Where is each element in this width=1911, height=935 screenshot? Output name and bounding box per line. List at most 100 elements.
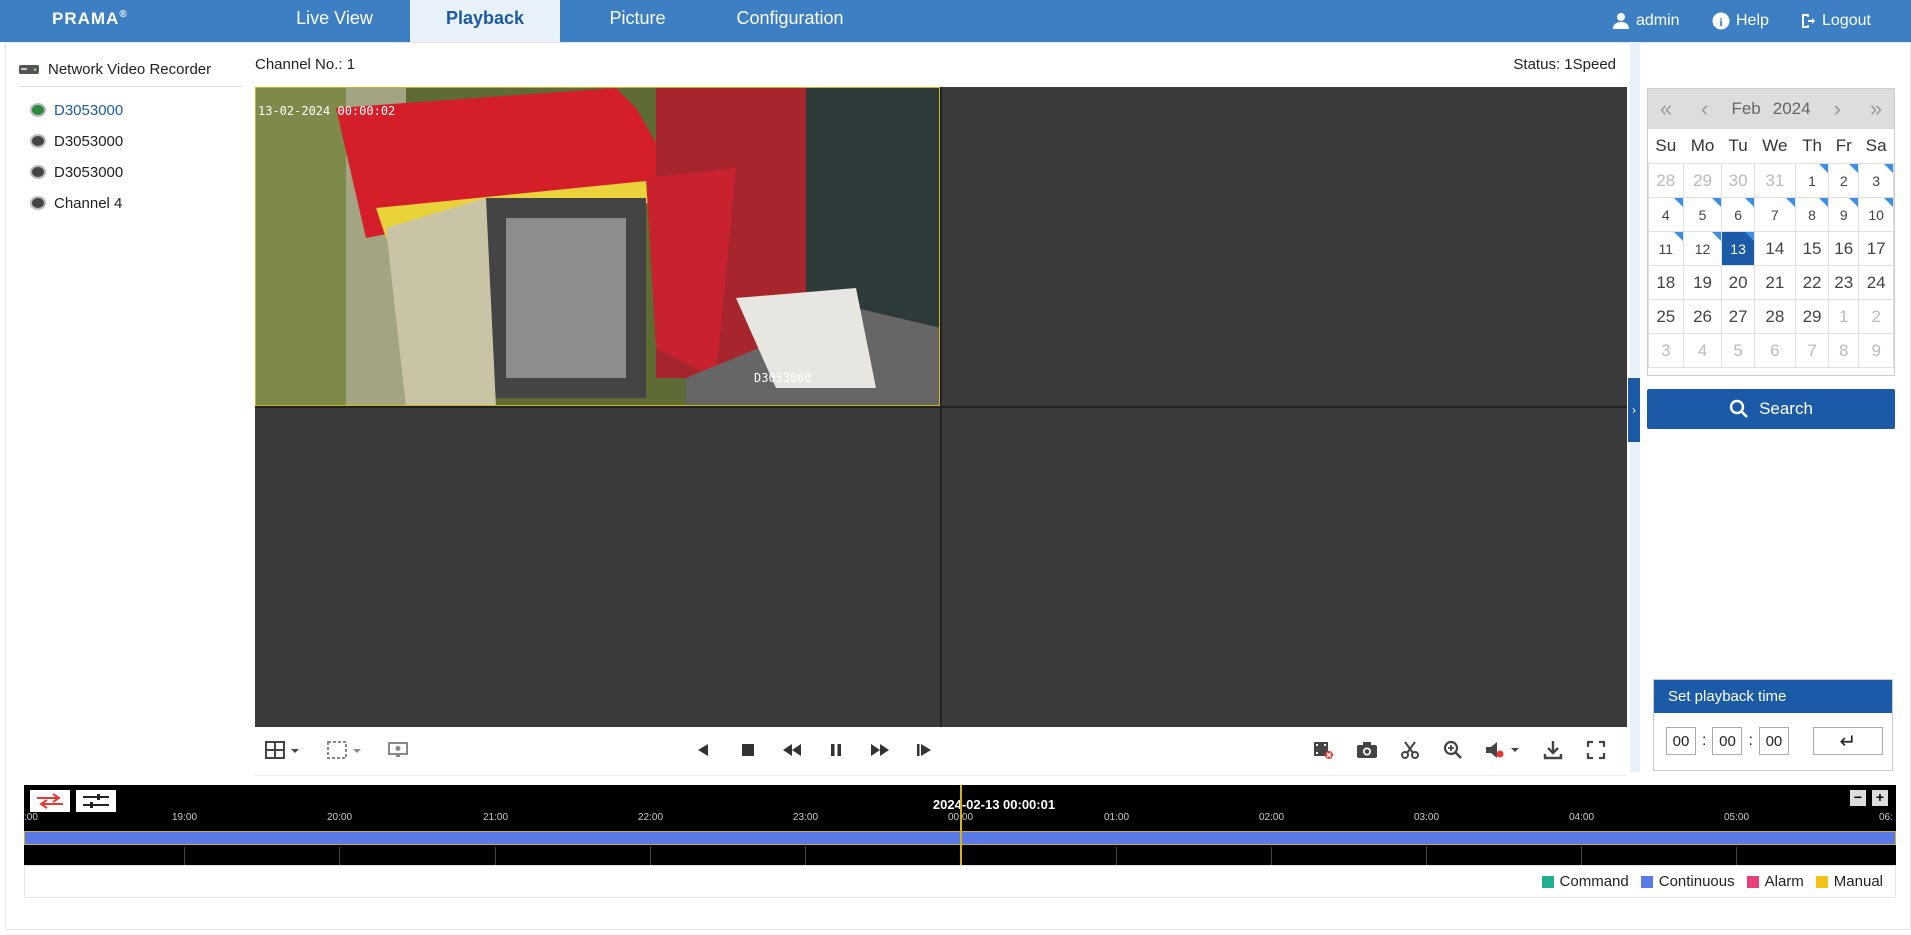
slow-down-button[interactable] bbox=[779, 737, 805, 763]
calendar-day[interactable]: 29 bbox=[1682, 163, 1723, 198]
prev-month-icon[interactable]: ‹ bbox=[1693, 96, 1717, 122]
plus-icon: + bbox=[1875, 789, 1885, 805]
calendar-day[interactable]: 3 bbox=[1648, 333, 1684, 368]
search-button[interactable]: Search bbox=[1647, 389, 1895, 429]
clip-button[interactable] bbox=[1397, 737, 1423, 763]
pause-button[interactable] bbox=[823, 737, 849, 763]
calendar-day[interactable]: 26 bbox=[1682, 299, 1723, 334]
top-navigation-bar: PRAMA® Live View Playback Picture Config… bbox=[0, 0, 1911, 42]
window-select-button[interactable] bbox=[325, 737, 365, 763]
video-pane-1[interactable]: 13-02-2024 00:00:02 D3053000 bbox=[255, 87, 940, 406]
calendar-day[interactable]: 2 bbox=[1858, 299, 1894, 334]
single-frame-button[interactable] bbox=[911, 737, 937, 763]
calendar-day[interactable]: 19 bbox=[1682, 265, 1723, 300]
calendar-day[interactable]: 28 bbox=[1753, 299, 1796, 334]
calendar-day[interactable]: 24 bbox=[1858, 265, 1894, 300]
calendar-day-recorded[interactable]: 12 bbox=[1682, 231, 1723, 266]
timeline-tick: 23:00 bbox=[793, 812, 819, 823]
calendar-day[interactable]: 30 bbox=[1721, 163, 1755, 198]
calendar-day-recorded[interactable]: 8 bbox=[1794, 197, 1830, 232]
calendar-day-recorded[interactable]: 6 bbox=[1721, 197, 1755, 232]
timeline[interactable]: 2024-02-13 00:00:01 :00 19:00 20:00 21:0… bbox=[24, 785, 1896, 865]
calendar-day[interactable]: 28 bbox=[1648, 163, 1684, 198]
chevron-right-icon: › bbox=[1632, 403, 1636, 417]
tree-item-channel-3[interactable]: D3053000 bbox=[30, 160, 123, 184]
calendar-day[interactable]: 17 bbox=[1858, 231, 1894, 266]
collapse-panel-button[interactable]: › bbox=[1628, 378, 1640, 442]
calendar-day[interactable]: 6 bbox=[1753, 333, 1796, 368]
digital-zoom-button[interactable] bbox=[1440, 737, 1466, 763]
calendar-day[interactable]: 27 bbox=[1721, 299, 1755, 334]
clip-download-button[interactable] bbox=[1310, 737, 1336, 763]
calendar-day-recorded[interactable]: 3 bbox=[1858, 163, 1894, 198]
capture-button[interactable] bbox=[1354, 737, 1380, 763]
stop-button[interactable] bbox=[735, 737, 761, 763]
next-year-icon[interactable]: » bbox=[1864, 96, 1888, 122]
device-tree-root[interactable]: Network Video Recorder bbox=[18, 52, 243, 87]
fullscreen-button[interactable] bbox=[1583, 737, 1609, 763]
apply-time-button[interactable]: ↵ bbox=[1812, 727, 1883, 755]
calendar-day-recorded[interactable]: 5 bbox=[1682, 197, 1723, 232]
legend-item-manual: Manual bbox=[1815, 873, 1883, 890]
video-pane-3[interactable] bbox=[255, 408, 940, 727]
calendar-day-recorded[interactable]: 2 bbox=[1828, 163, 1860, 198]
reverse-play-button[interactable] bbox=[690, 737, 716, 763]
window-layout-button[interactable] bbox=[263, 737, 303, 763]
fisheye-button[interactable] bbox=[385, 737, 411, 763]
calendar-day[interactable]: 29 bbox=[1794, 299, 1830, 334]
hour-input[interactable]: 00 bbox=[1666, 727, 1696, 755]
tree-item-channel-2[interactable]: D3053000 bbox=[30, 129, 123, 153]
calendar-day[interactable]: 7 bbox=[1794, 333, 1830, 368]
calendar-day[interactable]: 5 bbox=[1721, 333, 1755, 368]
timeline-playhead[interactable] bbox=[960, 785, 962, 865]
calendar-day[interactable]: 21 bbox=[1753, 265, 1796, 300]
calendar-day-recorded[interactable]: 7 bbox=[1753, 197, 1796, 232]
minute-input[interactable]: 00 bbox=[1712, 727, 1743, 755]
tab-live-view[interactable]: Live View bbox=[272, 0, 397, 42]
calendar-day-recorded[interactable]: 9 bbox=[1828, 197, 1860, 232]
calendar-day[interactable]: 1 bbox=[1828, 299, 1860, 334]
tab-picture[interactable]: Picture bbox=[580, 0, 695, 42]
timeline-sync-button[interactable] bbox=[30, 790, 70, 812]
tree-item-label: D3053000 bbox=[54, 101, 124, 119]
audio-button[interactable] bbox=[1483, 737, 1523, 763]
speed-up-button[interactable] bbox=[867, 737, 893, 763]
calendar-day[interactable]: 9 bbox=[1858, 333, 1894, 368]
calendar-day[interactable]: 22 bbox=[1794, 265, 1830, 300]
calendar-day-recorded[interactable]: 4 bbox=[1648, 197, 1684, 232]
second-input[interactable]: 00 bbox=[1758, 727, 1789, 755]
calendar-day-recorded[interactable]: 11 bbox=[1648, 231, 1684, 266]
timeline-tick: :00 bbox=[24, 812, 38, 823]
video-pane-2[interactable] bbox=[942, 87, 1627, 406]
camera-icon bbox=[30, 196, 46, 210]
next-month-icon[interactable]: › bbox=[1825, 96, 1849, 122]
help-link[interactable]: i Help bbox=[1712, 0, 1769, 42]
calendar-day[interactable]: 15 bbox=[1794, 231, 1830, 266]
calendar-day-selected[interactable]: 13 bbox=[1721, 231, 1755, 266]
calendar-day[interactable]: 8 bbox=[1828, 333, 1860, 368]
calendar-day[interactable]: 31 bbox=[1753, 163, 1796, 198]
calendar-day[interactable]: 23 bbox=[1828, 265, 1860, 300]
video-pane-4[interactable] bbox=[942, 408, 1627, 727]
timeline-filter-button[interactable] bbox=[76, 790, 116, 812]
tree-item-channel-4[interactable]: Channel 4 bbox=[30, 191, 122, 215]
timeline-zoom-out-button[interactable]: − bbox=[1850, 790, 1866, 806]
calendar-day[interactable]: 20 bbox=[1721, 265, 1755, 300]
prev-year-icon[interactable]: « bbox=[1654, 96, 1678, 122]
calendar-day[interactable]: 18 bbox=[1648, 265, 1684, 300]
calendar-day-recorded[interactable]: 10 bbox=[1858, 197, 1894, 232]
osd-camera-name: D3053000 bbox=[754, 371, 812, 385]
logout-link[interactable]: Logout bbox=[1800, 0, 1871, 42]
tab-configuration[interactable]: Configuration bbox=[720, 0, 860, 42]
tree-item-channel-1[interactable]: D3053000 bbox=[30, 98, 123, 122]
tab-playback[interactable]: Playback bbox=[410, 0, 560, 42]
timeline-tick: 01:00 bbox=[1104, 812, 1130, 823]
calendar-day[interactable]: 14 bbox=[1753, 231, 1796, 266]
calendar-day[interactable]: 4 bbox=[1682, 333, 1723, 368]
calendar-day[interactable]: 25 bbox=[1648, 299, 1684, 334]
calendar-day-recorded[interactable]: 1 bbox=[1794, 163, 1830, 198]
download-button[interactable] bbox=[1540, 737, 1566, 763]
timeline-zoom-in-button[interactable]: + bbox=[1872, 790, 1888, 806]
user-menu[interactable]: admin bbox=[1612, 0, 1680, 42]
calendar-day[interactable]: 16 bbox=[1828, 231, 1860, 266]
